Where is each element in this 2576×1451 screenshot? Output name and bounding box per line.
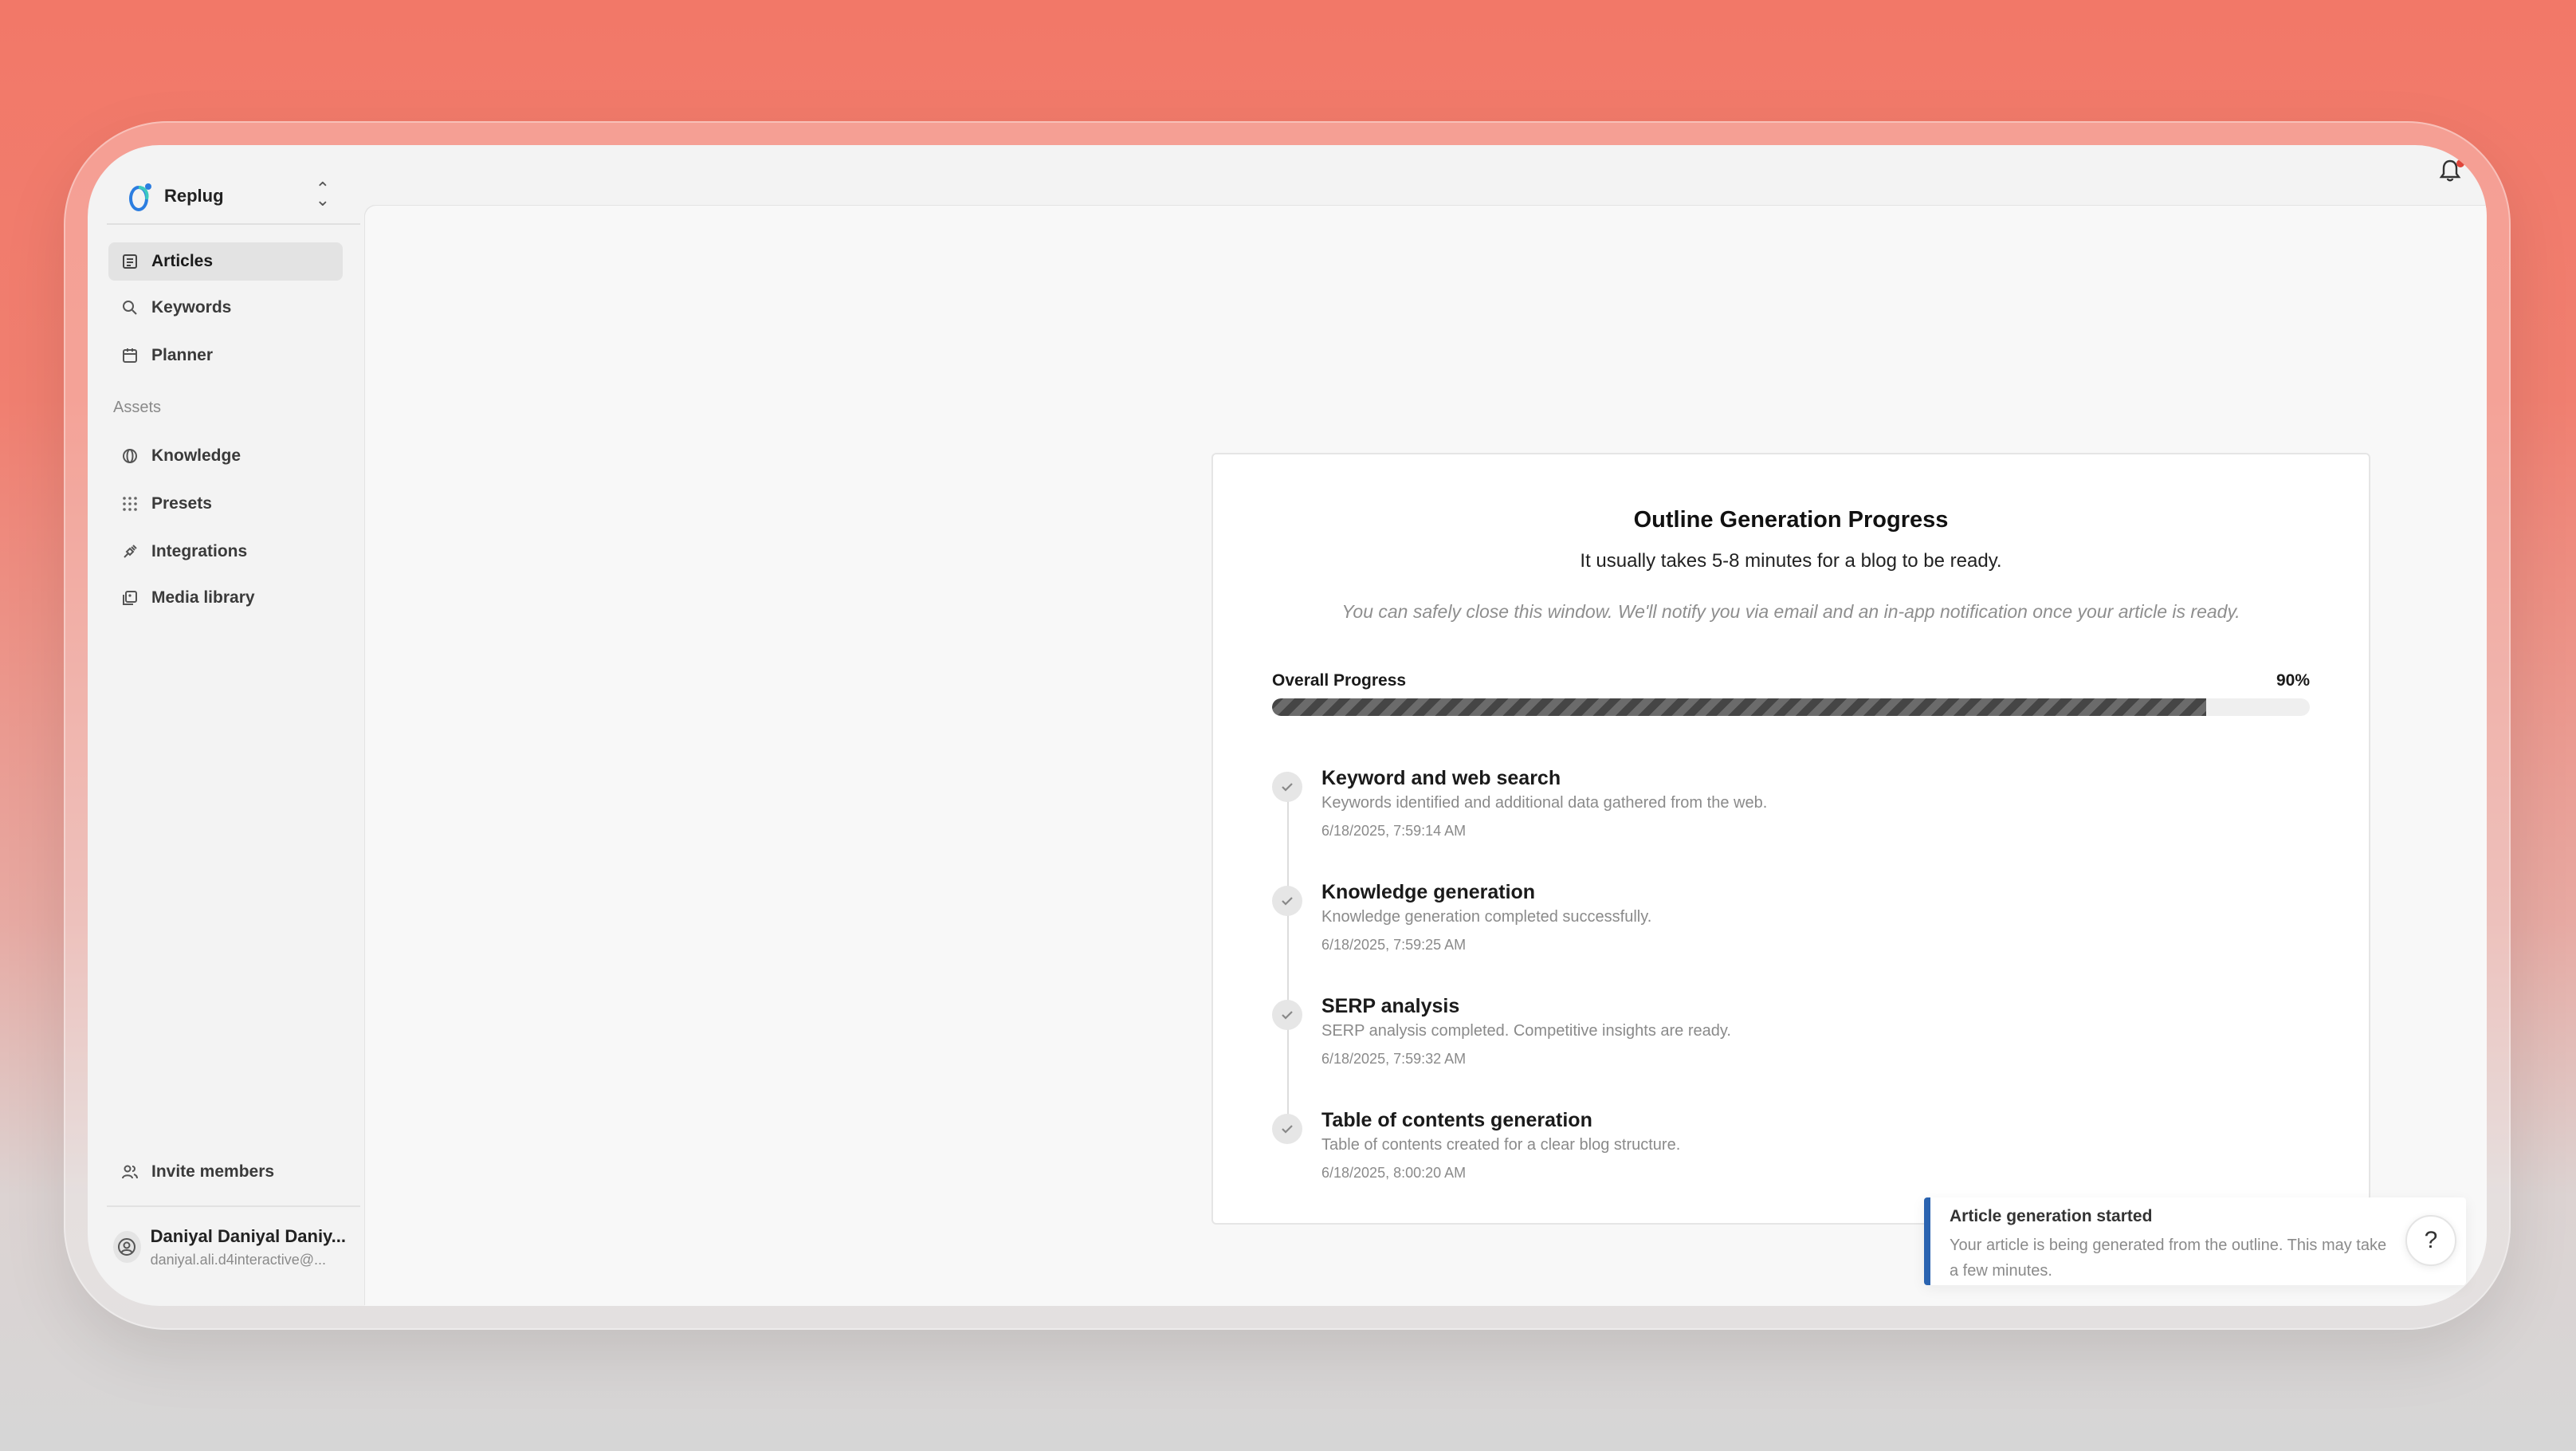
divider — [107, 223, 360, 225]
sidebar-item-label: Keywords — [151, 298, 232, 317]
step-title: Keyword and web search — [1321, 767, 1561, 789]
section-label-assets: Assets — [113, 399, 162, 416]
search-icon — [120, 297, 140, 318]
article-icon — [120, 251, 140, 272]
step-title: SERP analysis — [1321, 995, 1460, 1017]
user-profile[interactable]: Daniyal Daniyal Daniy... daniyal.ali.d4i… — [107, 1217, 346, 1277]
sidebar-item-articles[interactable]: Articles — [108, 242, 343, 281]
step-timestamp: 6/18/2025, 7:59:14 AM — [1321, 823, 1467, 839]
workspace-switcher[interactable]: Replug ⌃ ⌄ — [126, 172, 341, 220]
user-icon — [118, 1238, 136, 1256]
sidebar-item-media-library[interactable]: Media library — [108, 579, 343, 617]
calendar-icon — [120, 345, 140, 366]
toast-notification[interactable]: Article generation started Your article … — [1924, 1197, 2466, 1285]
app-window: Replug ⌃ ⌄ Articles Keywords Planner Asse… — [88, 145, 2487, 1306]
sidebar-item-label: Knowledge — [151, 446, 242, 465]
step-title: Knowledge generation — [1321, 881, 1536, 903]
progress-percent: 90% — [2276, 671, 2310, 690]
sidebar-item-label: Articles — [151, 252, 214, 270]
help-button[interactable]: ? — [2405, 1215, 2456, 1266]
avatar — [113, 1231, 141, 1263]
notification-dot — [2456, 159, 2464, 167]
step-description: Keywords identified and additional data … — [1321, 794, 1768, 812]
progress-label: Overall Progress — [1272, 671, 1407, 690]
sidebar-item-label: Planner — [151, 346, 214, 364]
media-icon — [120, 588, 140, 608]
user-name: Daniyal Daniyal Daniy... — [150, 1225, 346, 1246]
timeline-line — [1287, 772, 1289, 1115]
progress-bar — [1272, 698, 2310, 716]
notification-bell-button[interactable] — [2437, 158, 2466, 187]
sidebar-item-planner[interactable]: Planner — [108, 336, 343, 375]
chevron-up-down-icon: ⌃ ⌄ — [315, 179, 330, 210]
invite-members-label: Invite members — [151, 1162, 275, 1181]
check-icon — [1272, 886, 1302, 916]
sidebar: Replug ⌃ ⌄ Articles Keywords Planner Asse… — [88, 145, 363, 1306]
card-note: You can safely close this window. We'll … — [1341, 601, 2240, 622]
outline-progress-card: Outline Generation Progress It usually t… — [1211, 453, 2370, 1225]
user-email: daniyal.ali.d4interactive@... — [150, 1251, 327, 1268]
plug-icon — [120, 541, 140, 562]
card-title: Outline Generation Progress — [1633, 507, 1949, 533]
toast-title: Article generation started — [1950, 1207, 2153, 1225]
step-description: Knowledge generation completed successfu… — [1321, 908, 1652, 926]
workspace-name: Replug — [164, 186, 224, 206]
sidebar-item-label: Media library — [151, 588, 255, 607]
sidebar-item-knowledge[interactable]: Knowledge — [108, 437, 343, 475]
step-description: Table of contents created for a clear bl… — [1321, 1136, 1681, 1154]
sidebar-item-label: Integrations — [151, 542, 248, 560]
users-icon — [120, 1162, 140, 1182]
sidebar-item-integrations[interactable]: Integrations — [108, 533, 343, 571]
main-content: Outline Generation Progress It usually t… — [365, 206, 2487, 1306]
check-icon — [1272, 1114, 1302, 1144]
sidebar-item-presets[interactable]: Presets — [108, 485, 343, 523]
globe-icon — [120, 446, 140, 466]
progress-bar-fill — [1272, 698, 2206, 716]
check-icon — [1272, 1000, 1302, 1030]
grid-icon — [120, 493, 140, 514]
check-icon — [1272, 772, 1302, 802]
toast-body: Your article is being generated from the… — [1950, 1237, 2387, 1280]
card-subtitle: It usually takes 5-8 minutes for a blog … — [1580, 550, 2002, 572]
step-description: SERP analysis completed. Competitive ins… — [1321, 1022, 1731, 1040]
step-timestamp: 6/18/2025, 7:59:25 AM — [1321, 937, 1467, 953]
invite-members-button[interactable]: Invite members — [108, 1153, 343, 1191]
sidebar-item-keywords[interactable]: Keywords — [108, 289, 343, 327]
divider — [107, 1205, 360, 1207]
sidebar-item-label: Presets — [151, 494, 212, 513]
step-timestamp: 6/18/2025, 7:59:32 AM — [1321, 1051, 1467, 1067]
step-title: Table of contents generation — [1321, 1109, 1592, 1131]
step-timestamp: 6/18/2025, 8:00:20 AM — [1321, 1165, 1467, 1181]
replug-logo-icon — [129, 183, 151, 211]
